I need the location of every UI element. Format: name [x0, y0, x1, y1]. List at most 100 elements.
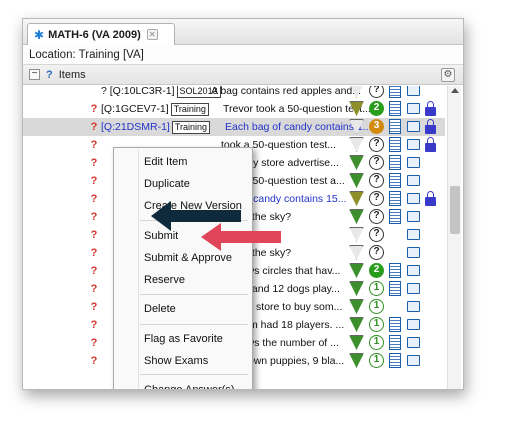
tab-title: MATH-6 (VA 2009): [48, 28, 141, 41]
answer-status-icon[interactable]: ?: [369, 137, 384, 152]
tab-math-6[interactable]: ✱ MATH-6 (VA 2009) ✕: [27, 23, 175, 45]
review-status-icon[interactable]: [349, 209, 364, 224]
answer-status-icon[interactable]: ?: [369, 173, 384, 188]
answer-status-icon[interactable]: ?: [369, 245, 384, 260]
preview-monitor-icon[interactable]: [407, 157, 420, 168]
item-status-question-icon: ?: [90, 319, 98, 331]
answer-status-icon[interactable]: 1: [369, 317, 384, 332]
item-tag-badge: Training: [171, 120, 211, 134]
preview-monitor-icon[interactable]: [407, 121, 420, 132]
review-status-icon[interactable]: [349, 353, 364, 368]
review-status-icon[interactable]: [349, 299, 364, 314]
document-icon[interactable]: [389, 173, 401, 188]
preview-monitor-icon[interactable]: [407, 355, 420, 366]
document-icon[interactable]: [389, 281, 401, 296]
preview-monitor-icon[interactable]: [407, 265, 420, 276]
table-row[interactable]: ? ? [Q:10LC3R-1]SOL2013A bag contains red…: [23, 86, 445, 100]
vertical-scrollbar[interactable]: [447, 86, 461, 389]
answer-status-icon[interactable]: 1: [369, 281, 384, 296]
menu-item-edit-item[interactable]: Edit Item: [114, 151, 252, 173]
review-status-icon[interactable]: [349, 191, 364, 206]
document-icon[interactable]: [389, 209, 401, 224]
document-icon[interactable]: [389, 335, 401, 350]
lock-icon: [425, 137, 436, 152]
review-status-icon[interactable]: [349, 227, 364, 242]
answer-status-icon[interactable]: 1: [369, 353, 384, 368]
menu-separator: [140, 374, 248, 375]
document-icon[interactable]: [389, 155, 401, 170]
preview-monitor-icon[interactable]: [407, 175, 420, 186]
menu-item-show-exams[interactable]: Show Exams: [114, 350, 252, 372]
menu-item-duplicate[interactable]: Duplicate: [114, 173, 252, 195]
item-status-question-icon: ?: [90, 103, 98, 115]
item-status-question-icon: ?: [90, 211, 98, 223]
answer-status-icon[interactable]: 1: [369, 299, 384, 314]
location-label: Location: Training [VA]: [23, 45, 463, 65]
preview-monitor-icon[interactable]: [407, 211, 420, 222]
menu-separator: [140, 324, 248, 325]
context-menu: Edit Item Duplicate Create New Version Subm…: [113, 147, 253, 389]
document-icon[interactable]: [389, 263, 401, 278]
item-status-question-icon: ?: [90, 175, 98, 187]
preview-monitor-icon[interactable]: [407, 301, 420, 312]
menu-item-submit[interactable]: Submit: [114, 225, 252, 247]
answer-status-icon[interactable]: 1: [369, 335, 384, 350]
review-status-icon[interactable]: [349, 245, 364, 260]
review-status-icon[interactable]: [349, 335, 364, 350]
review-status-icon[interactable]: [349, 173, 364, 188]
collapse-button[interactable]: −: [29, 69, 40, 80]
preview-monitor-icon[interactable]: [407, 283, 420, 294]
preview-monitor-icon[interactable]: [407, 86, 420, 96]
menu-item-create-new-version[interactable]: Create New Version: [114, 195, 252, 217]
answer-status-icon[interactable]: 3: [369, 119, 384, 134]
menu-item-flag-as-favorite[interactable]: Flag as Favorite: [114, 328, 252, 350]
scroll-up-arrow-icon[interactable]: [451, 88, 459, 93]
menu-item-reserve[interactable]: Reserve: [114, 269, 252, 291]
lock-icon: [425, 191, 436, 206]
asterisk-icon: ✱: [34, 27, 45, 42]
answer-status-icon[interactable]: 2: [369, 263, 384, 278]
scroll-thumb[interactable]: [450, 186, 460, 234]
review-status-icon[interactable]: [349, 281, 364, 296]
gear-icon[interactable]: ⚙: [441, 68, 455, 82]
answer-status-icon[interactable]: ?: [369, 155, 384, 170]
item-status-question-icon: ?: [90, 301, 98, 313]
preview-monitor-icon[interactable]: [407, 337, 420, 348]
review-status-icon[interactable]: [349, 137, 364, 152]
document-icon[interactable]: [389, 86, 401, 98]
preview-monitor-icon[interactable]: [407, 103, 420, 114]
document-icon[interactable]: [389, 101, 401, 116]
review-status-icon[interactable]: [349, 155, 364, 170]
preview-monitor-icon[interactable]: [407, 193, 420, 204]
item-status-question-icon: ?: [90, 265, 98, 277]
item-status-question-icon: ?: [90, 337, 98, 349]
item-status-question-icon: ?: [90, 121, 98, 133]
item-code[interactable]: [Q:21DSMR-1] Training: [101, 120, 211, 134]
item-code[interactable]: [Q:1GCEV7-1] Training: [101, 102, 209, 116]
preview-monitor-icon[interactable]: [407, 139, 420, 150]
lock-icon: [425, 119, 436, 134]
document-icon[interactable]: [389, 191, 401, 206]
preview-monitor-icon[interactable]: [407, 247, 420, 258]
answer-status-icon[interactable]: ?: [369, 191, 384, 206]
menu-item-delete[interactable]: Delete: [114, 298, 252, 320]
review-status-icon[interactable]: [349, 263, 364, 278]
item-code[interactable]: ? [Q:10LC3R-1] SOL2013: [101, 86, 221, 98]
document-icon[interactable]: [389, 353, 401, 368]
table-row[interactable]: ? [Q:1GCEV7-1] Training Trevor took a 50-qu…: [23, 100, 445, 118]
table-row[interactable]: ? [Q:21DSMR-1] Training Each bag of candy c…: [23, 118, 445, 136]
close-icon[interactable]: ✕: [146, 29, 158, 40]
answer-status-icon[interactable]: 2: [369, 101, 384, 116]
review-status-icon[interactable]: [349, 317, 364, 332]
menu-item-change-answers[interactable]: Change Answer(s): [114, 379, 252, 389]
document-icon[interactable]: [389, 119, 401, 134]
preview-monitor-icon[interactable]: [407, 229, 420, 240]
help-icon[interactable]: ?: [46, 69, 53, 81]
preview-monitor-icon[interactable]: [407, 319, 420, 330]
answer-status-icon[interactable]: ?: [369, 86, 384, 98]
document-icon[interactable]: [389, 137, 401, 152]
answer-status-icon[interactable]: ?: [369, 227, 384, 242]
menu-item-submit-and-approve[interactable]: Submit & Approve: [114, 247, 252, 269]
answer-status-icon[interactable]: ?: [369, 209, 384, 224]
document-icon[interactable]: [389, 317, 401, 332]
